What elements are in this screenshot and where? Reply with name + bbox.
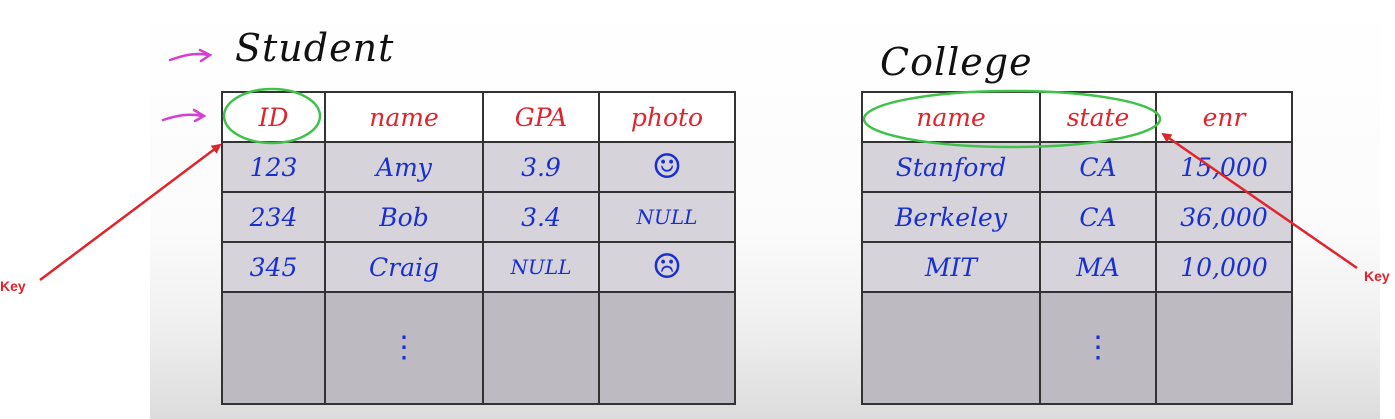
student-cell: Craig: [324, 241, 484, 293]
college-cell: CA: [1039, 191, 1157, 243]
student-cell: 345: [221, 241, 326, 293]
college-header-enr: enr: [1155, 91, 1293, 143]
student-cell: NULL: [598, 191, 736, 243]
empty-cell: [861, 291, 1041, 405]
student-cell: NULL: [482, 241, 600, 293]
table-row-continuation: ⋮: [861, 291, 1293, 405]
table-row: Berkeley CA 36,000: [861, 191, 1293, 243]
table-row-continuation: ⋮: [221, 291, 736, 405]
continuation-cell: ⋮: [324, 291, 484, 405]
college-cell: Berkeley: [861, 191, 1041, 243]
empty-cell: [1155, 291, 1293, 405]
student-cell: Amy: [324, 141, 484, 193]
student-cell: 123: [221, 141, 326, 193]
college-header-name: name: [861, 91, 1041, 143]
student-cell: Bob: [324, 191, 484, 243]
college-cell: MA: [1039, 241, 1157, 293]
table-row: 123 Amy 3.9 ☺: [221, 141, 736, 193]
student-cell: 234: [221, 191, 326, 243]
college-header-state: state: [1039, 91, 1157, 143]
student-header-row: ID name GPA photo: [221, 91, 736, 143]
student-header-name: name: [324, 91, 484, 143]
table-row: 234 Bob 3.4 NULL: [221, 191, 736, 243]
student-relation-title: Student: [235, 26, 395, 70]
college-header-row: name state enr: [861, 91, 1293, 143]
student-cell: 3.4: [482, 191, 600, 243]
neutral-face-icon: ☹: [598, 241, 736, 293]
smiley-face-icon: ☺: [598, 141, 736, 193]
college-cell: MIT: [861, 241, 1041, 293]
student-header-gpa: GPA: [482, 91, 600, 143]
student-cell: 3.9: [482, 141, 600, 193]
key-label-right: Key: [1364, 268, 1390, 284]
vertical-ellipsis-icon: ⋮: [389, 329, 419, 365]
table-row: MIT MA 10,000: [861, 241, 1293, 293]
continuation-cell: ⋮: [1039, 291, 1157, 405]
student-header-photo: photo: [598, 91, 736, 143]
college-relation-title: College: [880, 40, 1033, 84]
student-table: ID name GPA photo 123 Amy 3.9 ☺ 234 Bob …: [221, 91, 736, 405]
student-header-id: ID: [221, 91, 326, 143]
table-row: 345 Craig NULL ☹: [221, 241, 736, 293]
empty-cell: [482, 291, 600, 405]
college-cell: Stanford: [861, 141, 1041, 193]
empty-cell: [221, 291, 326, 405]
college-cell: CA: [1039, 141, 1157, 193]
college-cell: 36,000: [1155, 191, 1293, 243]
vertical-ellipsis-icon: ⋮: [1083, 329, 1113, 365]
key-label-left: Key: [0, 278, 26, 294]
college-cell: 15,000: [1155, 141, 1293, 193]
college-table: name state enr Stanford CA 15,000 Berkel…: [861, 91, 1293, 405]
college-cell: 10,000: [1155, 241, 1293, 293]
table-row: Stanford CA 15,000: [861, 141, 1293, 193]
empty-cell: [598, 291, 736, 405]
